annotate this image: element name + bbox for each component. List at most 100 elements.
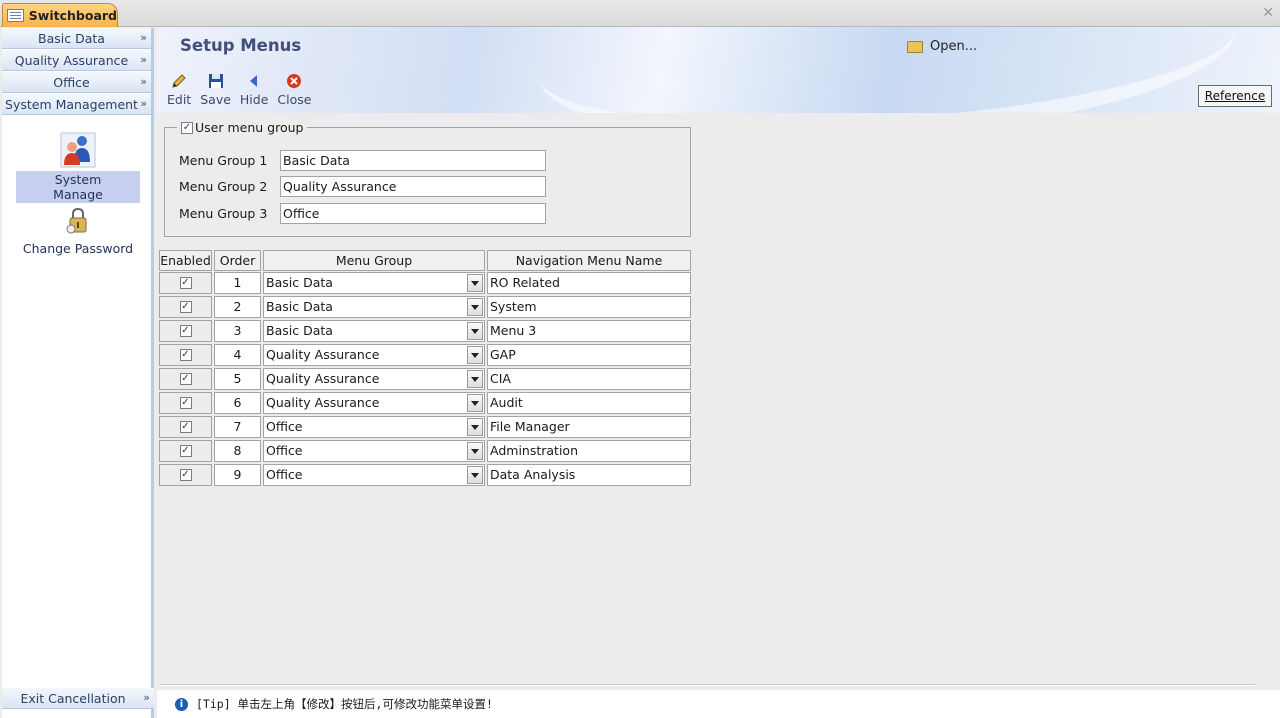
order-cell[interactable]: 7 <box>214 416 261 438</box>
reference-button[interactable]: Reference <box>1198 85 1272 107</box>
column-header-order: Order <box>214 250 261 271</box>
table-row: ✓ 1 Basic Data RO Related <box>159 272 693 294</box>
order-cell[interactable]: 9 <box>214 464 261 486</box>
menu-group-2-row: Menu Group 2 Quality Assurance <box>179 176 546 197</box>
save-button[interactable]: Save <box>200 72 231 107</box>
tab-switchboard-label: Switchboard <box>28 8 117 23</box>
menu-group-value: Basic Data <box>266 299 333 314</box>
navigation-menu-name-field[interactable]: GAP <box>487 344 691 366</box>
enabled-checkbox[interactable]: ✓ <box>179 397 192 409</box>
enabled-checkbox[interactable]: ✓ <box>179 277 192 289</box>
menu-group-select[interactable]: Quality Assurance <box>263 344 485 366</box>
dropdown-arrow-icon[interactable] <box>467 346 483 364</box>
navigation-menu-name-field[interactable]: File Manager <box>487 416 691 438</box>
dropdown-arrow-icon[interactable] <box>467 442 483 460</box>
exit-cancellation-button[interactable]: Exit Cancellation » <box>2 688 154 709</box>
table-row: ✓ 8 Office Adminstration <box>159 440 693 462</box>
menu-group-select[interactable]: Basic Data <box>263 272 485 294</box>
menu-group-value: Quality Assurance <box>266 347 380 362</box>
order-cell[interactable]: 4 <box>214 344 261 366</box>
nav-group-basic-data[interactable]: Basic Data » <box>2 28 151 49</box>
nav-group-label: System Management <box>5 96 138 112</box>
enabled-checkbox[interactable]: ✓ <box>179 469 192 481</box>
close-button[interactable]: Close <box>277 72 311 107</box>
navigation-menu-name-field[interactable]: Menu 3 <box>487 320 691 342</box>
enabled-checkbox[interactable]: ✓ <box>179 301 192 313</box>
nav-group-label: Office <box>53 74 90 90</box>
save-button-label: Save <box>200 92 231 107</box>
navigation-menu-name-field[interactable]: RO Related <box>487 272 691 294</box>
enabled-checkbox[interactable]: ✓ <box>179 445 192 457</box>
nav-item-change-password[interactable]: Change Password <box>2 206 154 257</box>
edit-button[interactable]: Edit <box>167 72 191 107</box>
nav-group-quality-assurance[interactable]: Quality Assurance » <box>2 50 151 71</box>
menu-table: Enabled Order Menu Group Navigation Menu… <box>159 250 693 488</box>
footer-divider <box>160 684 1255 686</box>
table-row: ✓ 9 Office Data Analysis <box>159 464 693 486</box>
page-title: Setup Menus <box>180 36 302 55</box>
user-menu-group-checkbox[interactable]: ✓ <box>181 121 193 134</box>
exit-cancellation-label: Exit Cancellation <box>20 690 126 706</box>
menu-group-3-label: Menu Group 3 <box>179 206 268 221</box>
hide-button[interactable]: Hide <box>240 72 268 107</box>
close-icon[interactable]: ✕ <box>1262 5 1274 21</box>
menu-group-1-row: Menu Group 1 Basic Data <box>179 150 546 171</box>
order-cell[interactable]: 6 <box>214 392 261 414</box>
chevron-down-icon: » <box>140 53 147 66</box>
nav-group-system-management[interactable]: System Management » <box>2 94 151 115</box>
menu-group-1-field[interactable]: Basic Data <box>280 150 546 171</box>
dropdown-arrow-icon[interactable] <box>467 370 483 388</box>
column-header-menu-group: Menu Group <box>263 250 485 271</box>
menu-group-value: Quality Assurance <box>266 371 380 386</box>
enabled-checkbox[interactable]: ✓ <box>179 349 192 361</box>
dropdown-arrow-icon[interactable] <box>467 418 483 436</box>
order-cell[interactable]: 5 <box>214 368 261 390</box>
enabled-cell: ✓ <box>159 440 212 462</box>
close-button-label: Close <box>277 92 312 107</box>
dropdown-arrow-icon[interactable] <box>467 322 483 340</box>
navigation-menu-name-field[interactable]: CIA <box>487 368 691 390</box>
chevron-down-icon: » <box>140 75 147 88</box>
dropdown-arrow-icon[interactable] <box>467 394 483 412</box>
enabled-checkbox[interactable]: ✓ <box>179 325 192 337</box>
dropdown-arrow-icon[interactable] <box>467 274 483 292</box>
menu-group-select[interactable]: Basic Data <box>263 320 485 342</box>
table-row: ✓ 5 Quality Assurance CIA <box>159 368 693 390</box>
order-cell[interactable]: 1 <box>214 272 261 294</box>
dropdown-arrow-icon[interactable] <box>467 298 483 316</box>
menu-group-2-field[interactable]: Quality Assurance <box>280 176 546 197</box>
nav-item-system-manage[interactable]: System Manage <box>2 132 154 203</box>
tab-switchboard[interactable]: Switchboard <box>2 3 118 27</box>
navigation-menu-name-field[interactable]: System <box>487 296 691 318</box>
nav-item-label: Change Password <box>22 241 134 256</box>
menu-group-select[interactable]: Quality Assurance <box>263 368 485 390</box>
menu-group-value: Office <box>266 419 303 434</box>
menu-group-3-field[interactable]: Office <box>280 203 546 224</box>
enabled-checkbox[interactable]: ✓ <box>179 373 192 385</box>
chevron-down-icon: » <box>140 31 147 44</box>
menu-group-value: Basic Data <box>266 323 333 338</box>
navigation-menu-name-field[interactable]: Adminstration <box>487 440 691 462</box>
open-button[interactable]: Open... <box>907 39 977 54</box>
enabled-cell: ✓ <box>159 392 212 414</box>
enabled-cell: ✓ <box>159 320 212 342</box>
chevron-down-icon: » <box>143 691 150 704</box>
menu-group-select[interactable]: Office <box>263 416 485 438</box>
enabled-checkbox[interactable]: ✓ <box>179 421 192 433</box>
order-cell[interactable]: 3 <box>214 320 261 342</box>
enabled-cell: ✓ <box>159 368 212 390</box>
order-cell[interactable]: 8 <box>214 440 261 462</box>
column-header-navigation-menu-name: Navigation Menu Name <box>487 250 691 271</box>
navigation-menu-name-field[interactable]: Audit <box>487 392 691 414</box>
nav-item-label: System Manage <box>16 171 140 203</box>
dropdown-arrow-icon[interactable] <box>467 466 483 484</box>
nav-group-office[interactable]: Office » <box>2 72 151 93</box>
enabled-cell: ✓ <box>159 344 212 366</box>
menu-group-select[interactable]: Office <box>263 464 485 486</box>
navigation-menu-name-field[interactable]: Data Analysis <box>487 464 691 486</box>
menu-group-select[interactable]: Basic Data <box>263 296 485 318</box>
menu-group-3-row: Menu Group 3 Office <box>179 203 546 224</box>
menu-group-select[interactable]: Office <box>263 440 485 462</box>
menu-group-select[interactable]: Quality Assurance <box>263 392 485 414</box>
order-cell[interactable]: 2 <box>214 296 261 318</box>
